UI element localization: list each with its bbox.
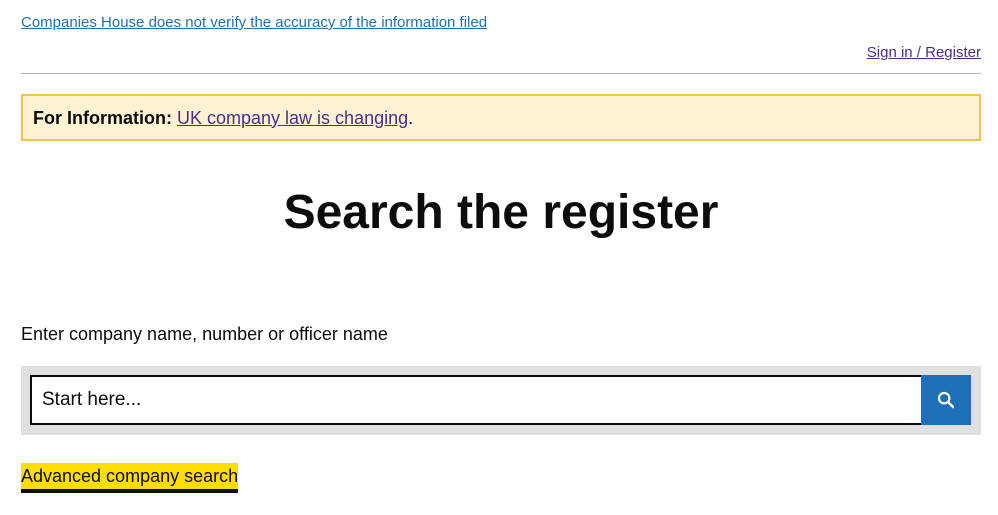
- advanced-company-search-link[interactable]: Advanced company search: [21, 463, 239, 493]
- information-suffix: .: [408, 107, 414, 128]
- company-law-changing-link[interactable]: UK company law is changing: [177, 108, 408, 128]
- search-input[interactable]: [30, 375, 931, 425]
- page-title: Search the register: [283, 186, 719, 239]
- disclaimer-link[interactable]: Companies House does not verify the accu…: [21, 13, 487, 33]
- information-banner: For Information: UK company law is chang…: [21, 94, 981, 141]
- information-banner-text: For Information: UK company law is chang…: [23, 106, 413, 130]
- search-icon: [937, 391, 955, 409]
- search-label: Enter company name, number or officer na…: [21, 324, 388, 344]
- header-divider: [21, 73, 981, 74]
- search-panel: [21, 366, 981, 435]
- search-button[interactable]: [921, 375, 971, 425]
- information-label: For Information:: [33, 107, 172, 128]
- sign-in-register-link[interactable]: Sign in / Register: [867, 43, 981, 63]
